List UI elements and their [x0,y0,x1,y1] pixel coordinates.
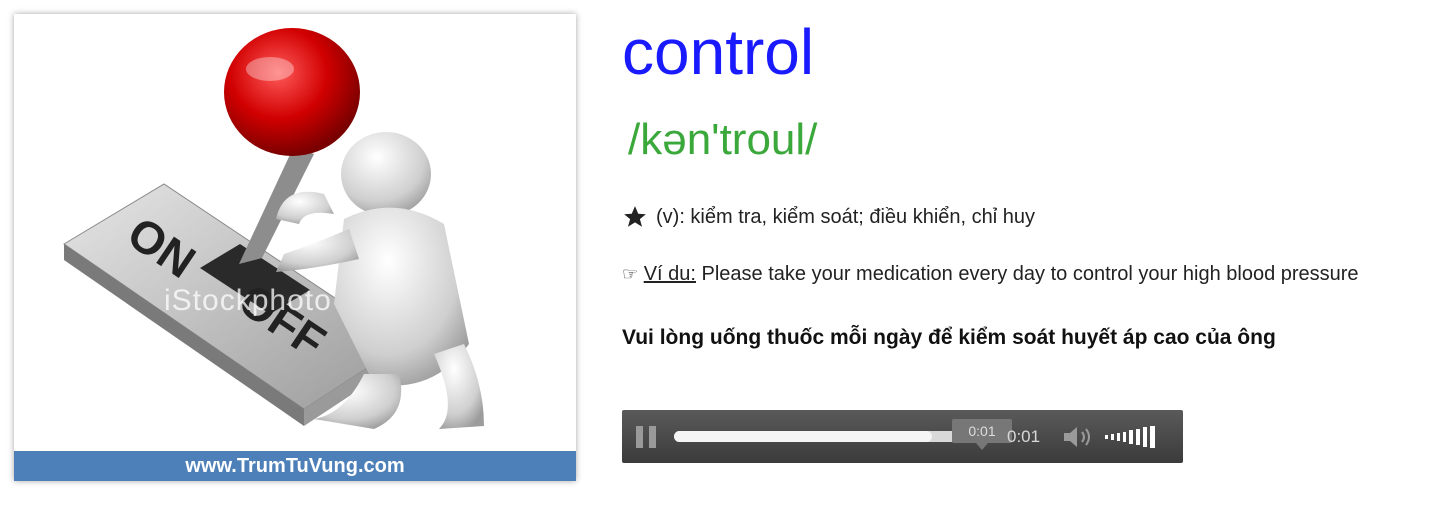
illustration-card: ON OFF iStockphoto www.TrumTuVung.com [14,14,576,481]
pause-bar-left [636,426,643,448]
definition-line: (v): kiểm tra, kiểm soát; điều khiển, ch… [622,204,1035,230]
translation-text: Vui lòng uống thuốc mỗi ngày để kiểm soá… [622,326,1276,349]
on-off-switch-illustration: ON OFF [63,28,484,429]
definition-text: (v): kiểm tra, kiểm soát; điều khiển, ch… [656,205,1036,228]
example-text: Please take your medication every day to… [695,263,1359,285]
audio-player: 0:01 0:01 [622,410,1183,463]
website-caption: www.TrumTuVung.com [14,451,576,481]
example-label: Ví du: [643,263,696,285]
time-tooltip: 0:01 [952,419,1012,450]
watermark-text: iStockphoto [164,284,332,317]
speaker-icon[interactable] [1062,424,1096,450]
example-block: ☞ Ví du: Please take your medication eve… [622,258,1412,291]
current-time: 0:01 [1007,427,1041,446]
volume-bars-icon[interactable] [1105,424,1170,450]
star-icon [624,206,646,227]
progress-fill [674,431,932,442]
pause-button[interactable] [636,426,658,448]
ipa-pronunciation: /kən'troul/ [628,115,818,164]
pause-bar-right [649,426,656,448]
progress-track[interactable]: 0:01 [674,419,1012,450]
pointing-hand-icon: ☞ [622,264,639,284]
vocab-word: control [622,16,815,88]
